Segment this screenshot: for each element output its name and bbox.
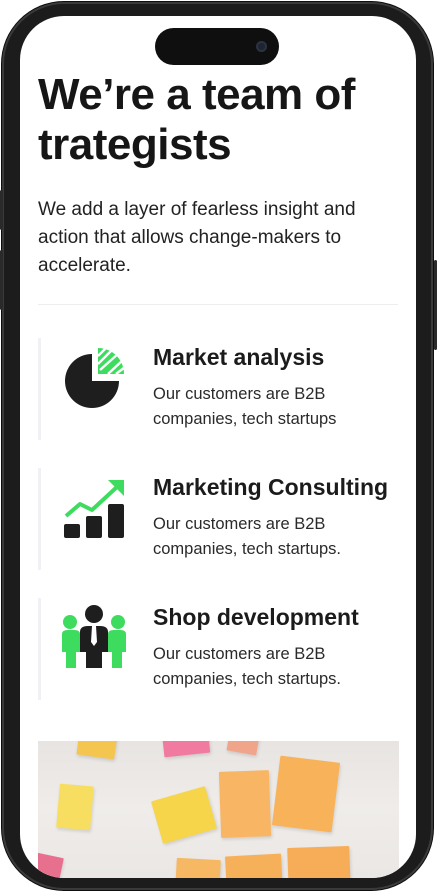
sticky-note [175,857,221,878]
divider [38,304,398,305]
sticky-note [151,786,217,844]
page-title: We’re a team of trategists [38,70,355,169]
sticky-note [226,741,260,756]
service-title: Market analysis [153,344,325,370]
sticky-note [161,741,211,758]
service-description: Our customers are B2B companies, tech st… [153,645,342,688]
sticky-notes-photo [38,741,399,878]
service-description: Our customers are B2B companies, tech st… [153,515,342,558]
sticky-note [38,852,64,878]
dynamic-island [155,28,279,65]
phone-screen: We’re a team of trategists We add a laye… [20,16,416,878]
service-item-market-analysis[interactable]: Market analysis Our customers are B2B co… [38,338,400,440]
service-accent-bar [38,598,41,700]
pie-chart-icon [65,347,126,408]
sticky-note [287,845,351,878]
sticky-note [218,770,272,838]
sticky-note [271,755,341,833]
service-description: Our customers are B2B companies, tech st… [153,385,337,428]
side-button [0,250,3,310]
service-item-marketing-consulting[interactable]: Marketing Consulting Our customers are B… [38,468,400,570]
growth-chart-icon [64,480,124,538]
side-button [0,190,3,230]
intro-text: We add a layer of fearless insight and a… [38,199,356,276]
sticky-note [56,783,94,831]
service-item-shop-development[interactable]: Shop development Our customers are B2B c… [38,598,400,700]
sticky-note [224,853,284,878]
team-icon [62,605,126,668]
sticky-note [76,741,118,760]
camera-icon [256,41,267,52]
service-title: Marketing Consulting [153,474,389,500]
service-title: Shop development [153,604,359,630]
service-accent-bar [38,468,41,570]
service-accent-bar [38,338,41,440]
